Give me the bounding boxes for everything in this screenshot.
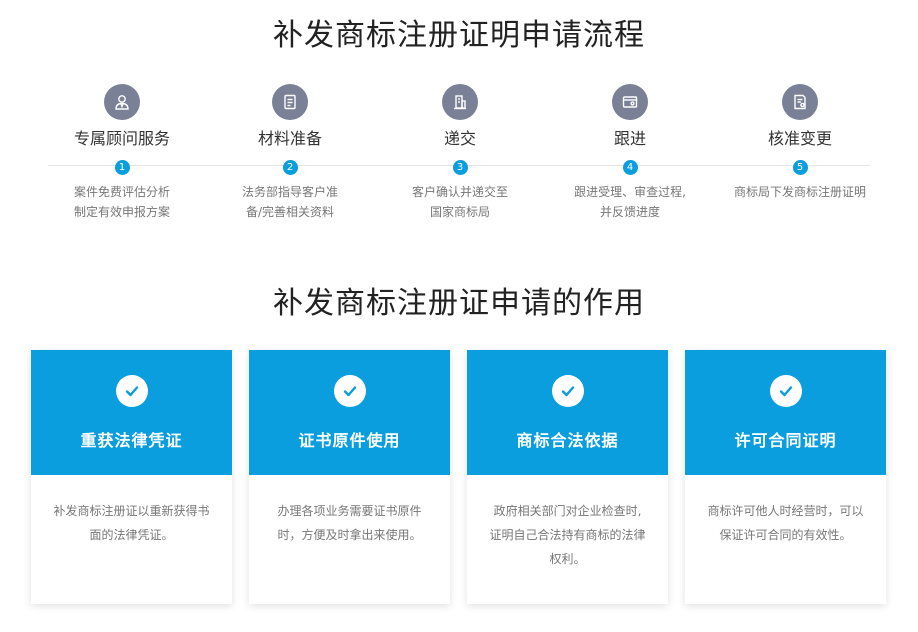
card-header: 重获法律凭证 (31, 350, 232, 475)
process-step-1: 专属顾问服务 1 案件免费评估分析 制定有效申报方案 (42, 84, 202, 222)
benefits-title: 补发商标注册证申请的作用 (273, 286, 645, 321)
advisor-icon (104, 84, 140, 120)
step-name: 专属顾问服务 (73, 129, 170, 148)
card-desc-line: 办理各项业务需要证书原件 (277, 504, 422, 518)
step-description: 商标局下发商标注册证明 (720, 182, 880, 202)
card-desc-line: 保证许可合同的有效性。 (719, 528, 852, 542)
card-desc-line: 证明自己合法持有商标的法律 (489, 528, 646, 542)
card-description: 办理各项业务需要证书原件 时，方便及时拿出来使用。 (249, 475, 450, 547)
step-name: 材料准备 (257, 129, 322, 148)
step-desc-line: 备/完善相关资料 (245, 205, 335, 219)
approval-document-icon (782, 84, 818, 120)
card-title: 重获法律凭证 (80, 431, 183, 450)
process-step-5: 核准变更 5 商标局下发商标注册证明 (720, 84, 880, 202)
card-desc-line: 时，方便及时拿出来使用。 (277, 528, 422, 542)
card-header: 商标合法依据 (467, 350, 668, 475)
step-number: 5 (792, 160, 808, 175)
check-icon (551, 375, 584, 407)
benefit-card-4: 许可合同证明 商标许可他人时经营时，可以 保证许可合同的有效性。 (685, 350, 886, 604)
benefit-card-1: 重获法律凭证 补发商标注册证以重新获得书 面的法律凭证。 (31, 350, 232, 604)
benefit-card-3: 商标合法依据 政府相关部门对企业检查时, 证明自己合法持有商标的法律 权利。 (467, 350, 668, 604)
step-desc-line: 跟进受理、审查过程, (574, 185, 686, 199)
card-title: 证书原件使用 (298, 431, 401, 450)
card-description: 政府相关部门对企业检查时, 证明自己合法持有商标的法律 权利。 (467, 475, 668, 571)
card-description: 补发商标注册证以重新获得书 面的法律凭证。 (31, 475, 232, 547)
card-desc-line: 权利。 (549, 552, 586, 566)
step-name: 跟进 (613, 129, 646, 148)
card-desc-line: 商标许可他人时经营时，可以 (707, 504, 864, 518)
step-desc-line: 制定有效申报方案 (73, 205, 170, 219)
step-description: 跟进受理、审查过程, 并反馈进度 (550, 182, 710, 222)
step-desc-line: 商标局下发商标注册证明 (733, 185, 866, 199)
step-description: 法务部指导客户准 备/完善相关资料 (210, 182, 370, 222)
step-desc-line: 国家商标局 (429, 205, 490, 219)
card-title: 许可合同证明 (734, 431, 837, 450)
step-description: 案件免费评估分析 制定有效申报方案 (42, 182, 202, 222)
process-step-4: 跟进 4 跟进受理、审查过程, 并反馈进度 (550, 84, 710, 222)
step-description: 客户确认并递交至 国家商标局 (380, 182, 540, 222)
check-icon (115, 375, 148, 407)
step-name: 核准变更 (767, 129, 832, 148)
check-icon (769, 375, 802, 407)
process-title: 补发商标注册证明申请流程 (273, 18, 645, 53)
card-header: 证书原件使用 (249, 350, 450, 475)
step-desc-line: 案件免费评估分析 (73, 185, 170, 199)
process-step-2: 材料准备 2 法务部指导客户准 备/完善相关资料 (210, 84, 370, 222)
step-name: 递交 (443, 129, 476, 148)
step-number: 4 (622, 160, 638, 175)
submit-building-icon (442, 84, 478, 120)
card-title: 商标合法依据 (516, 431, 619, 450)
step-number: 1 (114, 160, 130, 175)
step-number: 2 (282, 160, 298, 175)
document-prep-icon (272, 84, 308, 120)
process-step-3: 递交 3 客户确认并递交至 国家商标局 (380, 84, 540, 222)
card-header: 许可合同证明 (685, 350, 886, 475)
step-desc-line: 客户确认并递交至 (411, 185, 508, 199)
check-icon (333, 375, 366, 407)
card-description: 商标许可他人时经营时，可以 保证许可合同的有效性。 (685, 475, 886, 547)
step-desc-line: 并反馈进度 (599, 205, 660, 219)
card-desc-line: 面的法律凭证。 (89, 528, 174, 542)
card-desc-line: 补发商标注册证以重新获得书 (53, 504, 210, 518)
step-number: 3 (452, 160, 468, 175)
card-desc-line: 政府相关部门对企业检查时, (493, 504, 642, 518)
step-desc-line: 法务部指导客户准 (241, 185, 338, 199)
tracking-card-icon (612, 84, 648, 120)
benefit-card-2: 证书原件使用 办理各项业务需要证书原件 时，方便及时拿出来使用。 (249, 350, 450, 604)
